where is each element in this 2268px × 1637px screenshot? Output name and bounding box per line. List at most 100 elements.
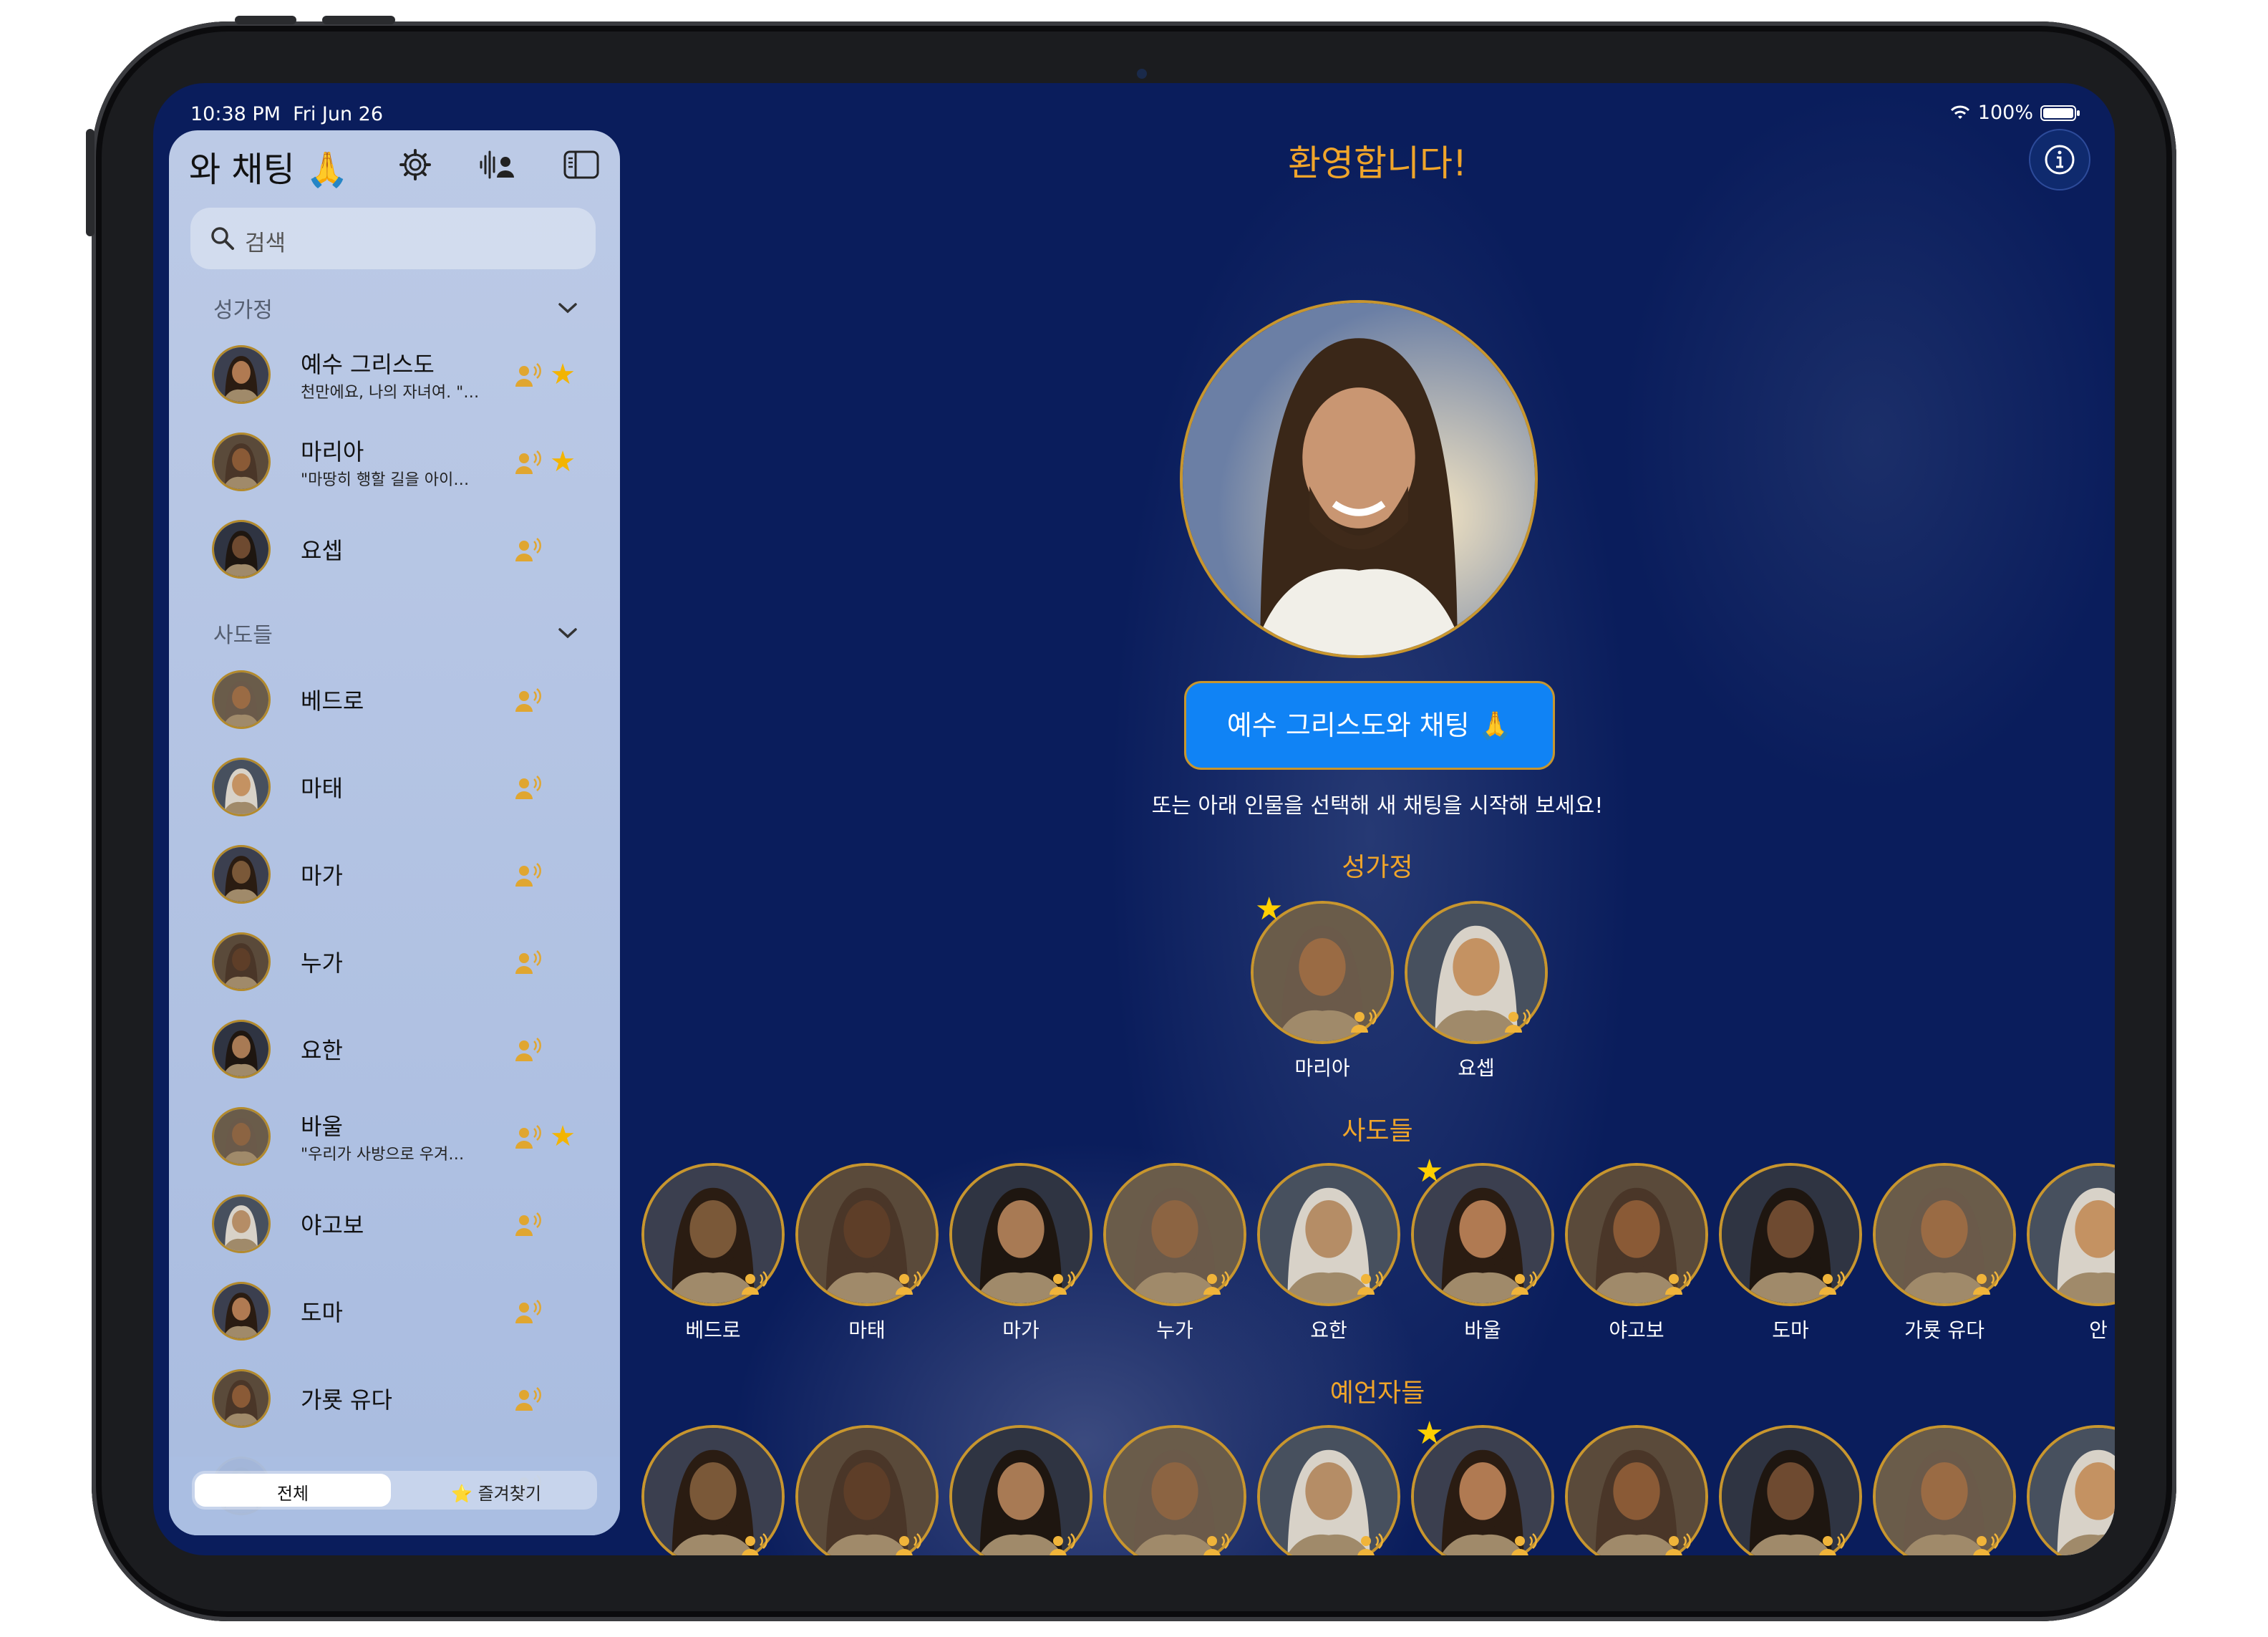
- contact-name: 누가: [301, 950, 343, 977]
- person-name: 야고보: [1609, 1318, 1664, 1342]
- avatar: [212, 1194, 271, 1253]
- contact-name: 요한: [301, 1037, 343, 1064]
- segment-all[interactable]: 전체: [195, 1479, 391, 1505]
- avatar-portrait: [214, 847, 268, 902]
- chevron-down-icon[interactable]: [557, 301, 578, 315]
- sidebar-row[interactable]: 마태: [212, 752, 584, 824]
- instruction-text: 또는 아래 인물을 선택해 새 채팅을 시작해 보세요!: [1151, 793, 1604, 818]
- person-name: 안: [2089, 1318, 2108, 1342]
- voice-icon: [1665, 1271, 1691, 1295]
- voice-badge: [1818, 1532, 1846, 1555]
- star-icon[interactable]: ★: [550, 445, 576, 478]
- voice-icon: [742, 1271, 767, 1295]
- person-avatar[interactable]: [2027, 1425, 2115, 1555]
- filter-segmented-control: 전체 ⭐ 즐겨찾기: [169, 1457, 620, 1535]
- voice-badge: [514, 1386, 543, 1415]
- voice-icon: [515, 863, 541, 887]
- avatar: [212, 1369, 271, 1428]
- sidebar-row[interactable]: 베드로: [212, 665, 584, 736]
- sidebar-row[interactable]: 가룟 유다: [212, 1363, 584, 1435]
- avatar: [212, 1020, 271, 1078]
- voice-badge: [894, 1270, 923, 1299]
- sidebar-row[interactable]: 요셉: [212, 514, 584, 586]
- voice-badge: [1972, 1532, 2000, 1555]
- category-title: 예언자들: [1329, 1378, 1425, 1408]
- voice-badge: [1356, 1270, 1385, 1299]
- star-icon[interactable]: ★: [550, 358, 576, 391]
- voice-icon: [515, 776, 541, 799]
- section-header[interactable]: 성가정: [213, 292, 273, 324]
- person-name: 마리아: [1294, 1056, 1350, 1080]
- voice-badge: [514, 862, 543, 891]
- contact-name: 요셉: [301, 537, 343, 564]
- avatar-portrait: [214, 347, 268, 402]
- voice-icon: [1351, 1009, 1377, 1033]
- avatar-portrait: [214, 672, 268, 727]
- avatar-portrait: [214, 1022, 268, 1076]
- voice-icon: [515, 950, 541, 974]
- avatar-portrait: [214, 522, 268, 576]
- sidebar-row[interactable]: 요한: [212, 1014, 584, 1086]
- contact-name: 예수 그리스도: [301, 351, 435, 378]
- sidebar-row[interactable]: 도마: [212, 1276, 584, 1348]
- person-name: 마태: [848, 1318, 886, 1342]
- person-avatar[interactable]: [2027, 1163, 2115, 1306]
- segment-favorites[interactable]: ⭐ 즐겨찾기: [399, 1479, 593, 1505]
- voice-badge: [514, 687, 543, 716]
- person-name: 누가: [1156, 1318, 1193, 1342]
- avatar: [212, 758, 271, 816]
- status-right: 100%: [1949, 102, 2080, 124]
- sidebar-row[interactable]: 마가: [212, 839, 584, 911]
- voice-badge: [514, 1212, 543, 1240]
- sidebar-row[interactable]: 야고보: [212, 1189, 584, 1260]
- featured-avatar[interactable]: [1180, 300, 1538, 658]
- contact-name: 마가: [301, 862, 343, 889]
- chat-with-jesus-button[interactable]: 예수 그리스도와 채팅 🙏: [1184, 681, 1555, 770]
- avatar-portrait: [214, 935, 268, 989]
- voice-badge: [514, 450, 543, 478]
- voice-icon: [1973, 1271, 1999, 1295]
- voice-badge: [1510, 1532, 1538, 1555]
- voice-icon: [896, 1271, 921, 1295]
- screen: 10:38 PM Fri Jun 26 100% 와 채팅 🙏 검색 성가정 예…: [153, 83, 2115, 1555]
- avatar-portrait: [214, 760, 268, 814]
- sidebar-row[interactable]: 마리아 "마땅히 행할 길을 아이… ★: [212, 427, 584, 498]
- contact-name: 마리아: [301, 438, 364, 465]
- avatar-portrait: [214, 1109, 268, 1164]
- info-button[interactable]: [2029, 129, 2090, 190]
- section-title: 사도들: [213, 623, 273, 648]
- voice-icon: [1050, 1271, 1075, 1295]
- voice-icon: [515, 1125, 541, 1149]
- avatar-portrait: [214, 435, 268, 489]
- voice-badge: [514, 537, 543, 566]
- voice-icon: [742, 1533, 767, 1555]
- chevron-down-icon[interactable]: [557, 626, 578, 640]
- search-icon: [211, 227, 234, 250]
- star-icon[interactable]: ★: [550, 1120, 576, 1153]
- section-header[interactable]: 사도들: [213, 617, 273, 649]
- side-button: [86, 129, 94, 236]
- voice-icon: [1819, 1271, 1845, 1295]
- voice-icon: [1203, 1271, 1229, 1295]
- star-icon: ★: [1415, 1415, 1444, 1452]
- sidebar-row[interactable]: 예수 그리스도 천만에요, 나의 자녀여. "… ★: [212, 339, 584, 411]
- voice-badge: [1202, 1532, 1231, 1555]
- voice-badge: [894, 1532, 923, 1555]
- segment-track: 전체 ⭐ 즐겨찾기: [192, 1471, 597, 1510]
- person-name: 도마: [1772, 1318, 1809, 1342]
- battery-icon: [2040, 105, 2080, 121]
- voice-icon: [515, 538, 541, 561]
- info-icon: [2045, 145, 2075, 175]
- sidebar-row[interactable]: 바울 "우리가 사방으로 우겨… ★: [212, 1101, 584, 1173]
- avatar: [212, 1282, 271, 1341]
- person-portrait: [2030, 1428, 2115, 1555]
- voice-badge: [1048, 1270, 1077, 1299]
- sidebar-row[interactable]: 누가: [212, 927, 584, 998]
- voice-badge: [1048, 1532, 1077, 1555]
- search-field[interactable]: 검색: [190, 208, 596, 269]
- voice-badge: [1510, 1270, 1538, 1299]
- contact-name: 바울: [301, 1113, 343, 1140]
- voice-icon: [1050, 1533, 1075, 1555]
- contact-name: 베드로: [301, 687, 364, 715]
- contact-name: 가룟 유다: [301, 1386, 392, 1414]
